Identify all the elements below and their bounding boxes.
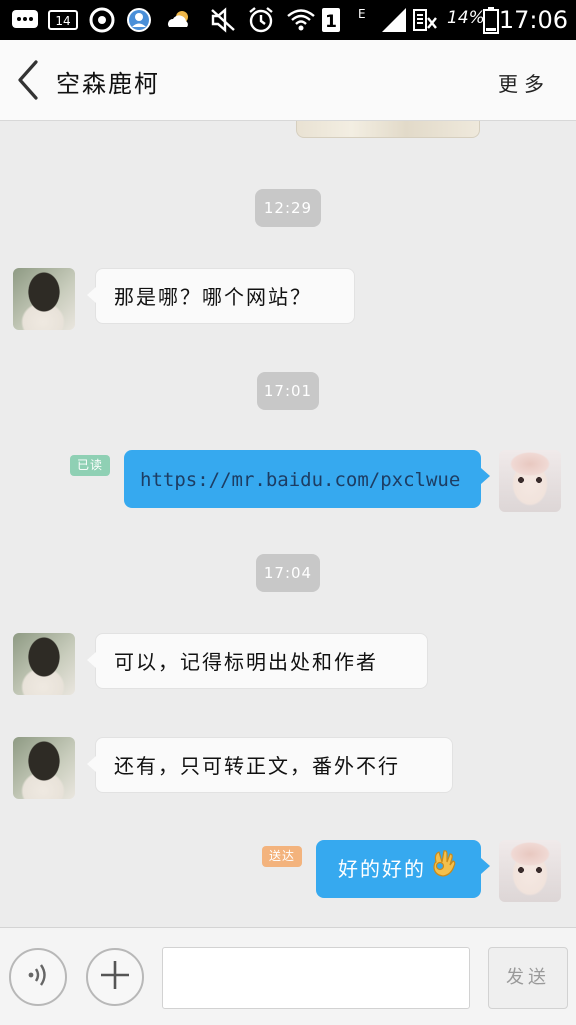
send-button[interactable]: 发送 bbox=[488, 947, 568, 1009]
input-bar: 发送 bbox=[0, 927, 576, 1025]
qq-icon bbox=[88, 6, 116, 34]
read-status-tag: 已读 bbox=[70, 455, 111, 476]
timestamp: 17:04 bbox=[256, 554, 320, 592]
outgoing-message[interactable]: 好的好的 bbox=[316, 840, 490, 900]
svg-text:14: 14 bbox=[55, 14, 70, 28]
wifi-icon bbox=[286, 6, 316, 34]
my-avatar[interactable] bbox=[499, 840, 561, 902]
ok-hand-emoji-icon bbox=[430, 842, 458, 900]
incoming-message[interactable]: 可以，记得标明出处和作者 bbox=[87, 633, 428, 689]
status-bar: 14 1 E 14% 17:06 bbox=[0, 0, 576, 40]
incoming-message[interactable]: 还有，只可转正文，番外不行 bbox=[87, 737, 453, 793]
chat-title: 空森鹿柯 bbox=[56, 70, 160, 98]
chat-header: 空森鹿柯 更多 bbox=[0, 40, 576, 121]
battery-percent: 14% bbox=[447, 8, 485, 28]
previous-image-message[interactable] bbox=[296, 121, 480, 138]
contact-icon bbox=[124, 6, 154, 34]
data-roaming-icon bbox=[412, 6, 438, 34]
contact-avatar[interactable] bbox=[13, 737, 75, 799]
plus-icon bbox=[98, 958, 132, 996]
svg-text:1: 1 bbox=[325, 12, 337, 32]
message-input[interactable] bbox=[162, 947, 470, 1009]
signal-icon: E bbox=[356, 6, 408, 34]
outgoing-message-text: 好的好的 bbox=[338, 857, 426, 881]
weather-icon bbox=[164, 6, 194, 34]
more-button[interactable]: 更多 bbox=[498, 68, 550, 97]
back-arrow-icon[interactable] bbox=[14, 58, 44, 102]
status-time: 17:06 bbox=[498, 6, 568, 34]
shared-link[interactable]: https://mr.baidu.com/pxclwue bbox=[140, 469, 460, 491]
chat-messages[interactable]: 12:29 那是哪？哪个网站？ 17:01 已读 https://mr.baid… bbox=[0, 121, 576, 927]
contact-avatar[interactable] bbox=[13, 268, 75, 330]
svg-text:E: E bbox=[358, 7, 366, 21]
mute-icon bbox=[208, 6, 238, 34]
voice-icon bbox=[23, 960, 53, 994]
timestamp: 17:01 bbox=[257, 372, 319, 410]
battery-icon bbox=[482, 6, 500, 34]
sim-icon: 1 bbox=[320, 6, 342, 34]
voice-button[interactable] bbox=[9, 948, 67, 1006]
add-attachment-button[interactable] bbox=[86, 948, 144, 1006]
contact-avatar[interactable] bbox=[13, 633, 75, 695]
timestamp: 12:29 bbox=[255, 189, 321, 227]
my-avatar[interactable] bbox=[499, 450, 561, 512]
messages-icon bbox=[10, 6, 40, 34]
alarm-icon bbox=[246, 6, 276, 34]
notification-count-icon: 14 bbox=[48, 6, 78, 34]
incoming-message[interactable]: 那是哪？哪个网站？ bbox=[87, 268, 355, 324]
delivered-status-tag: 送达 bbox=[262, 846, 303, 867]
outgoing-link-message[interactable]: https://mr.baidu.com/pxclwue bbox=[124, 450, 490, 508]
